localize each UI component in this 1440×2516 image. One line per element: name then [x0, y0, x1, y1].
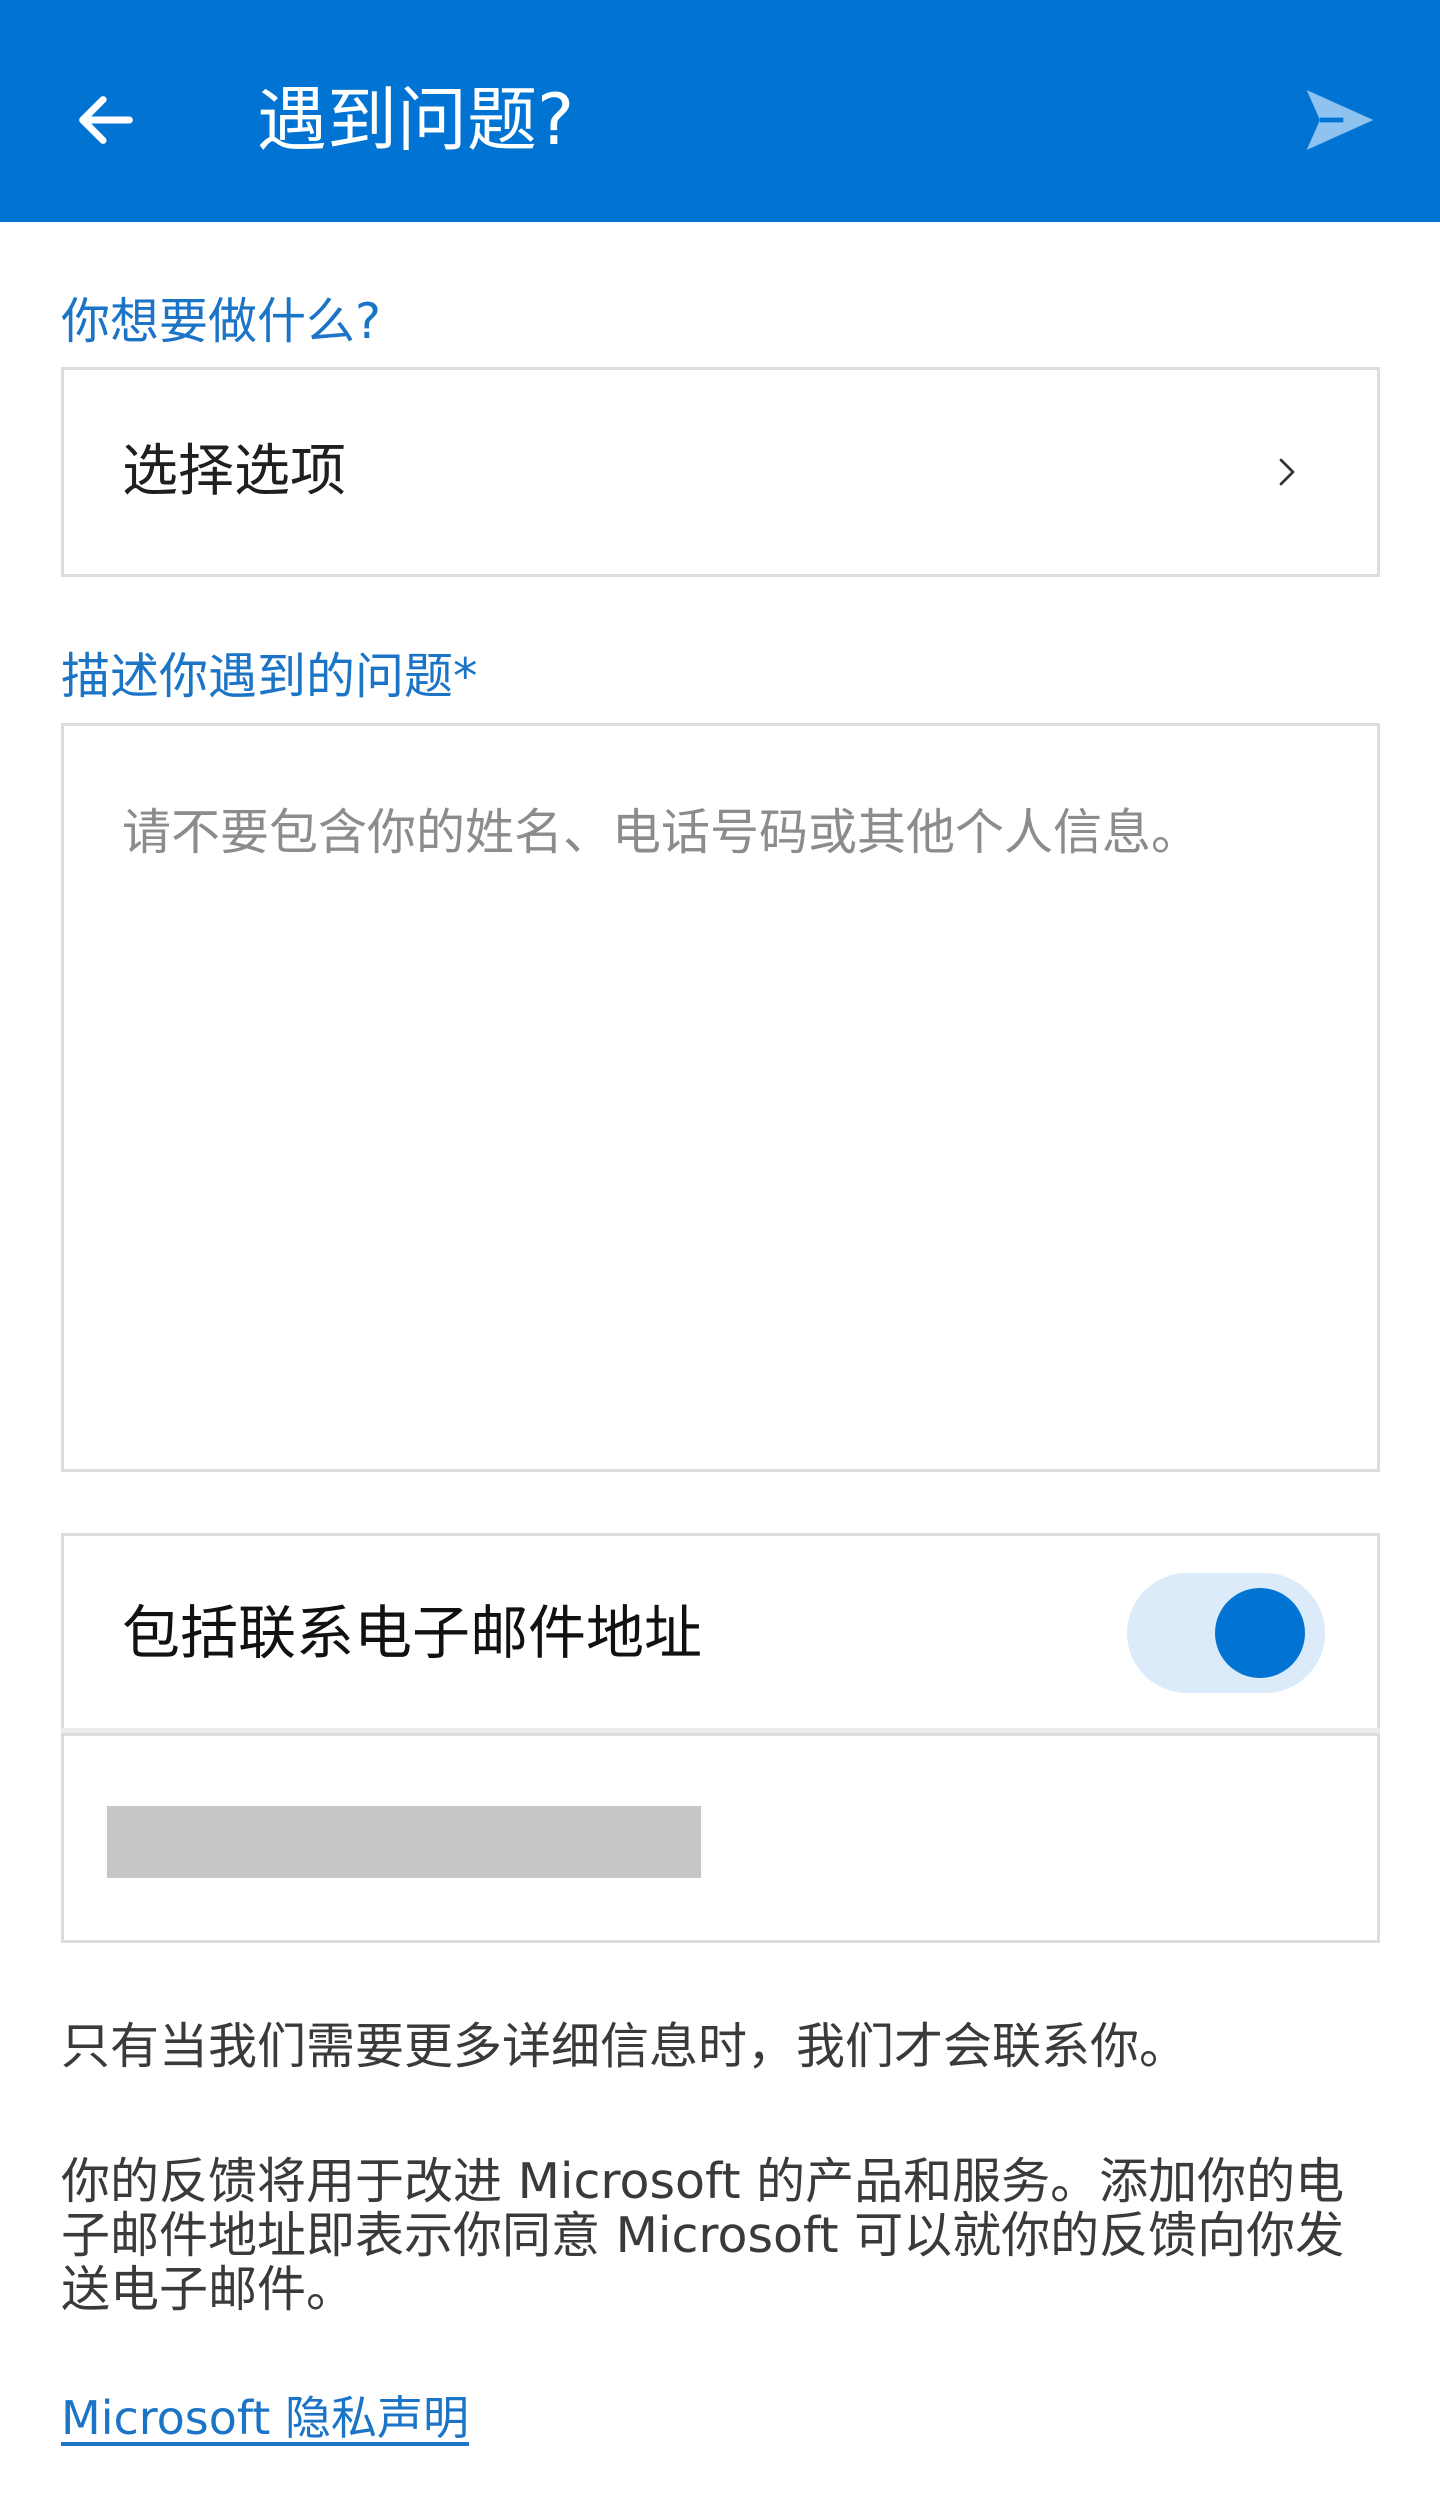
chevron-right-icon [1263, 448, 1311, 496]
email-toggle-switch[interactable] [1127, 1573, 1325, 1693]
description-label: 描述你遇到的问题* [61, 648, 478, 705]
description-box [61, 723, 1380, 1472]
option-select-value: 选择选项 [122, 439, 346, 504]
usage-note: 你的反馈将用于改进 Microsoft 的产品和服务。添加你的电子邮件地址即表示… [61, 2153, 1345, 2318]
arrow-left-icon [79, 96, 133, 144]
send-button[interactable] [1280, 60, 1400, 180]
back-button[interactable] [54, 68, 158, 172]
page-title: 遇到问题? [257, 79, 575, 161]
send-icon [1306, 90, 1374, 150]
action-label: 你想要做什么? [61, 293, 382, 350]
toggle-knob [1215, 1588, 1305, 1678]
email-redacted-value [107, 1806, 701, 1878]
privacy-statement-link[interactable]: Microsoft 隐私声明 [61, 2382, 469, 2448]
app-bar: 遇到问题? [0, 0, 1440, 222]
email-toggle-row: 包括联系电子邮件地址 [61, 1533, 1380, 1733]
email-toggle-label: 包括联系电子邮件地址 [122, 1599, 703, 1667]
description-input[interactable] [64, 726, 1377, 1469]
email-field[interactable] [61, 1733, 1380, 1943]
contact-note: 只有当我们需要更多详细信息时，我们才会联系你。 [61, 2018, 1189, 2075]
option-select[interactable]: 选择选项 [61, 367, 1380, 577]
